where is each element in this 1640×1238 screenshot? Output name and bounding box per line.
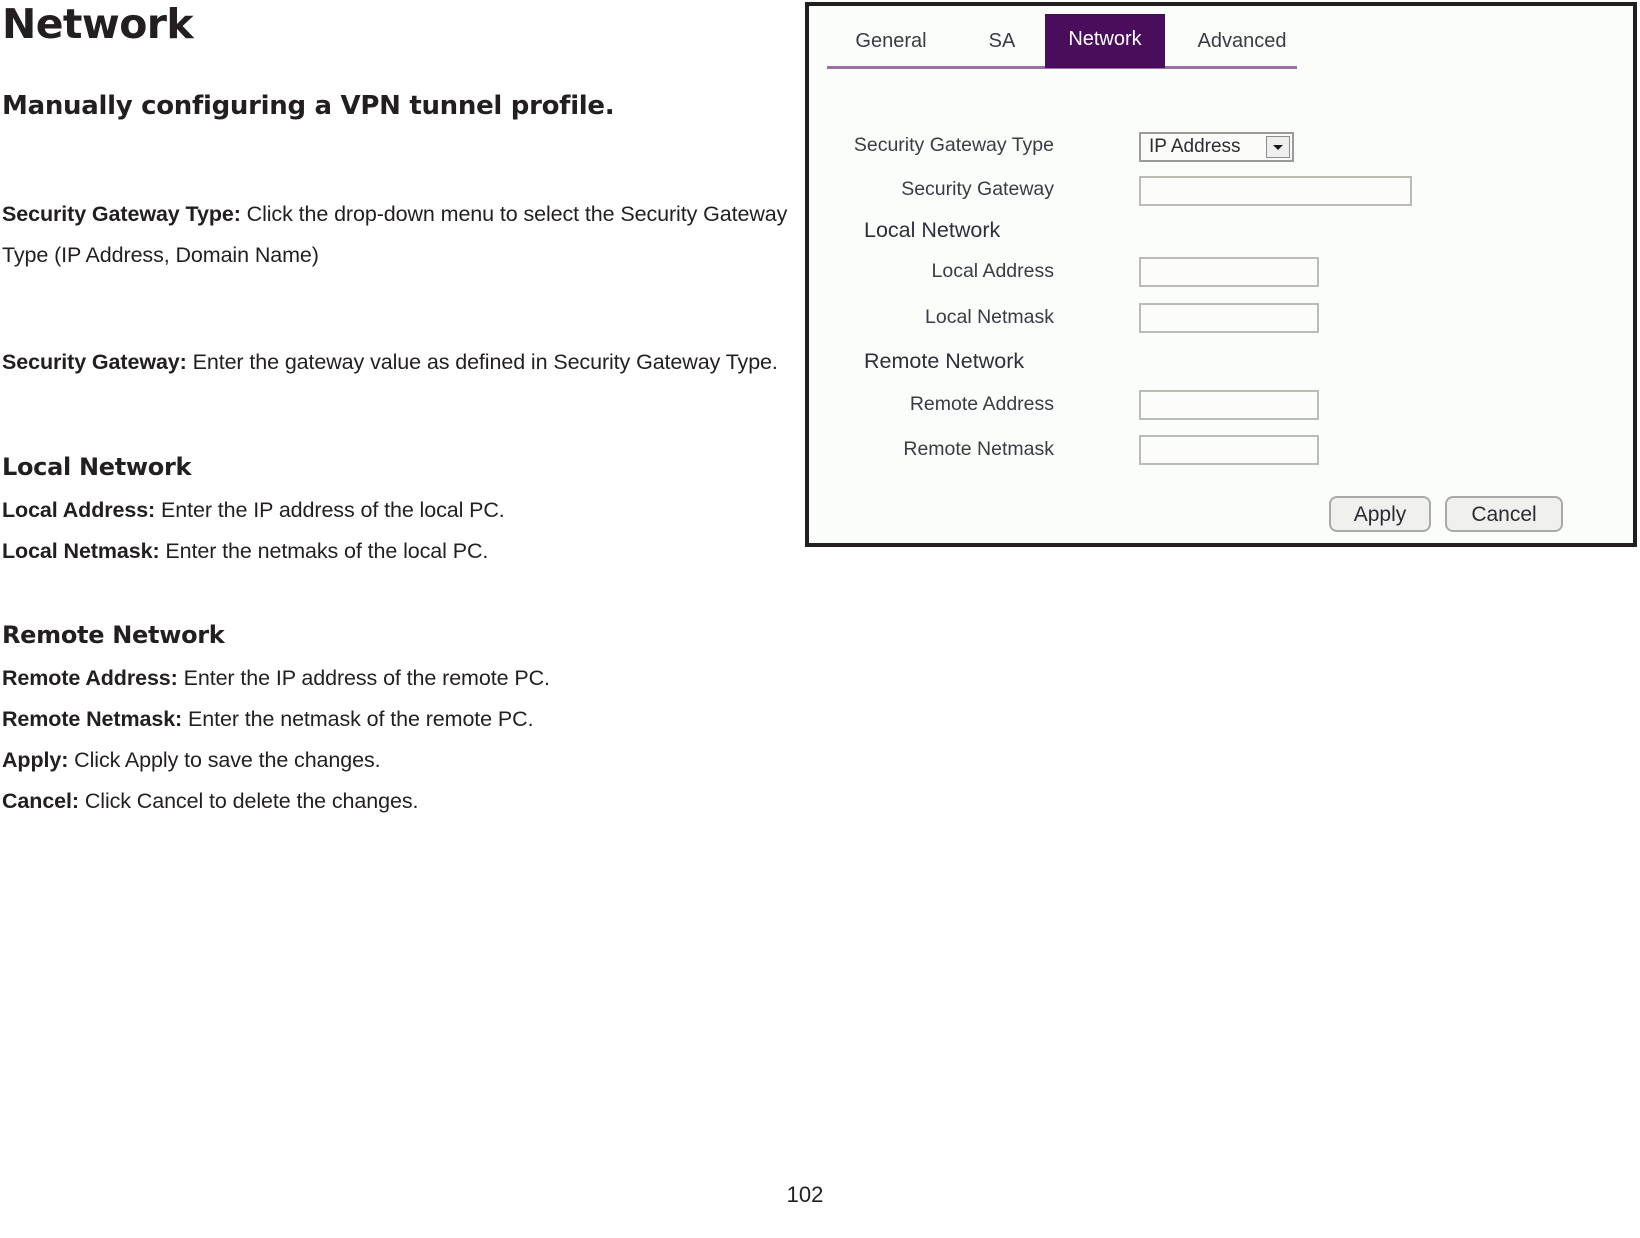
remote-address-input[interactable] [1139, 390, 1319, 420]
doc-line-cancel: Cancel: Click Cancel to delete the chang… [0, 781, 790, 822]
doc-line-label: Local Address: [2, 497, 156, 522]
doc-line-apply: Apply: Click Apply to save the changes. [0, 740, 790, 781]
section-heading-remote-network: Remote Network [2, 620, 225, 649]
paragraph-label: Security Gateway Type: [2, 201, 241, 226]
doc-line-body: Enter the IP address of the remote PC. [177, 665, 550, 690]
group-heading-local-network: Local Network [864, 218, 1001, 242]
doc-line-label: Apply: [2, 747, 69, 772]
doc-line-body: Click Cancel to delete the changes. [78, 788, 419, 813]
doc-line-label: Remote Address: [2, 665, 178, 690]
group-heading-remote-network: Remote Network [864, 349, 1025, 373]
page-number: 102 [786, 1182, 824, 1207]
local-netmask-input[interactable] [1139, 303, 1319, 333]
security-gateway-input[interactable] [1139, 176, 1412, 206]
label-local-address: Local Address [931, 260, 1055, 282]
paragraph-security-gateway-type: Security Gateway Type: Click the drop-do… [0, 144, 790, 276]
label-remote-netmask: Remote Netmask [903, 438, 1054, 460]
page-subtitle: Manually configuring a VPN tunnel profil… [2, 91, 615, 121]
cancel-button[interactable]: Cancel [1445, 496, 1563, 532]
doc-line-label: Remote Netmask: [2, 706, 183, 731]
security-gateway-type-select[interactable]: IP Address [1139, 132, 1294, 162]
doc-line-body: Enter the netmask of the remote PC. [182, 706, 534, 731]
section-heading-local-network: Local Network [2, 452, 192, 481]
page-title: Network [2, 0, 194, 48]
local-address-input[interactable] [1139, 257, 1319, 287]
doc-line-label: Local Netmask: [2, 538, 160, 563]
paragraph-label: Security Gateway: [2, 350, 187, 374]
doc-line-body: Enter the netmaks of the local PC. [159, 538, 489, 563]
doc-line-local-address: Local Address: Enter the IP address of t… [0, 482, 790, 531]
doc-line-remote-netmask: Remote Netmask: Enter the netmask of the… [0, 699, 790, 740]
remote-netmask-input[interactable] [1139, 435, 1319, 465]
label-security-gateway-type: Security Gateway Type [853, 134, 1054, 156]
doc-line-body: Click Apply to save the changes. [68, 747, 381, 772]
network-form: Security Gateway Type IP Address Securit… [809, 6, 1633, 543]
doc-line-body: Enter the IP address of the local PC. [155, 497, 505, 522]
paragraph-security-gateway: Security Gateway: Enter the gateway valu… [0, 297, 790, 383]
label-remote-address: Remote Address [909, 393, 1054, 415]
doc-line-remote-address: Remote Address: Enter the IP address of … [0, 650, 790, 699]
label-local-netmask: Local Netmask [925, 306, 1054, 328]
chevron-down-icon[interactable] [1266, 136, 1290, 158]
paragraph-body: Enter the gateway value as defined in Se… [186, 350, 778, 374]
security-gateway-type-value: IP Address [1149, 136, 1241, 157]
apply-button[interactable]: Apply [1329, 496, 1431, 532]
document-text-column: Network Manually configuring a VPN tunne… [0, 0, 790, 822]
doc-line-label: Cancel: [2, 788, 79, 813]
router-ui-screenshot: General SA Network Advanced Security Gat… [805, 2, 1637, 547]
doc-line-local-netmask: Local Netmask: Enter the netmaks of the … [0, 531, 790, 572]
label-security-gateway: Security Gateway [901, 178, 1054, 200]
